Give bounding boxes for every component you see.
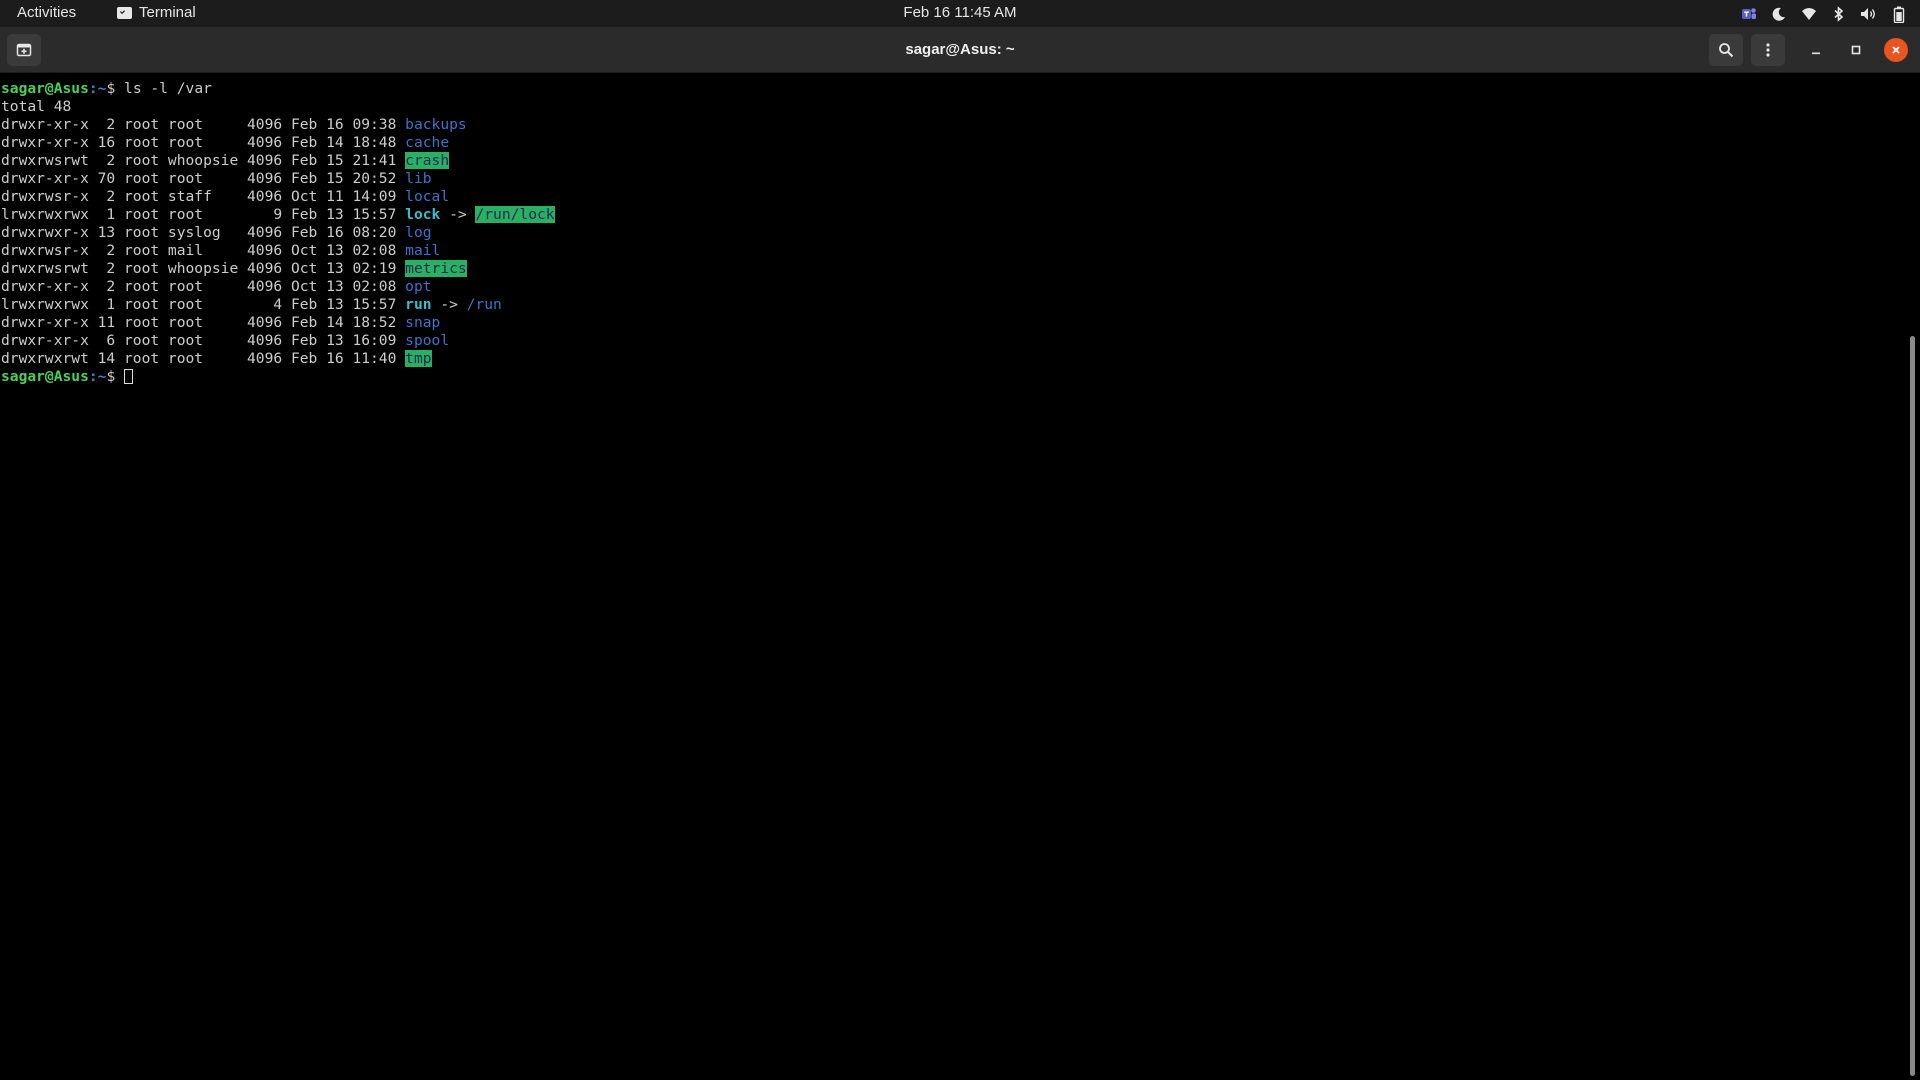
symlink-arrow: -> (431, 296, 467, 313)
window-title: sagar@Asus: ~ (905, 41, 1015, 58)
menu-icon (1766, 43, 1770, 57)
scrollbar-thumb[interactable] (1910, 336, 1915, 1076)
terminal-lines: sagar@Asus:~$ ls -l /var total 48 drwxr-… (0, 74, 1905, 386)
listing-row: drwxrwxr-x 13 root syslog 4096 Feb 16 08… (1, 224, 1905, 242)
total-line: total 48 (1, 98, 1905, 116)
text-cursor (124, 369, 134, 384)
prompt-symbol: $ (106, 368, 125, 385)
entry-meta: drwxrwsr-x 2 root staff 4096 Oct 11 14:0… (1, 188, 406, 205)
listing-row: drwxrwxrwt 14 root root 4096 Feb 16 11:4… (1, 350, 1905, 368)
terminal-output[interactable]: sagar@Asus:~$ ls -l /var total 48 drwxr-… (0, 74, 1905, 1080)
prompt-path: :~ (88, 80, 107, 97)
new-tab-button[interactable] (7, 34, 41, 66)
listing-row: drwxr-xr-x 11 root root 4096 Feb 14 18:5… (1, 314, 1905, 332)
symlink-target: /run (466, 296, 502, 313)
wifi-icon[interactable] (1800, 5, 1818, 23)
entry-name: log (405, 224, 432, 241)
app-menu-button[interactable]: Terminal (117, 4, 196, 21)
activities-button[interactable]: Activities (17, 4, 76, 21)
listing-row: drwxrwsr-x 2 root mail 4096 Oct 13 02:08… (1, 242, 1905, 260)
volume-icon[interactable] (1860, 5, 1878, 23)
entry-name: backups (405, 116, 467, 133)
entry-meta: drwxr-xr-x 70 root root 4096 Feb 15 20:5… (1, 170, 406, 187)
system-tray[interactable] (1740, 4, 1908, 24)
entry-meta: drwxr-xr-x 2 root root 4096 Feb 16 09:38 (1, 116, 406, 133)
listing-row: drwxrwsrwt 2 root whoopsie 4096 Feb 15 2… (1, 152, 1905, 170)
top-bar: Activities Terminal Feb 16 11:45 AM (0, 0, 1920, 27)
active-prompt-line[interactable]: sagar@Asus:~$ (1, 368, 1905, 386)
listing-row: drwxr-xr-x 6 root root 4096 Feb 13 16:09… (1, 332, 1905, 350)
prompt-user: sagar@Asus (1, 368, 89, 385)
entry-name: lock (405, 206, 441, 223)
entry-name: metrics (405, 260, 467, 277)
listing-row: drwxr-xr-x 2 root root 4096 Feb 16 09:38… (1, 116, 1905, 134)
maximize-icon (1851, 45, 1861, 55)
prompt-symbol: $ (106, 80, 125, 97)
symlink-arrow: -> (440, 206, 476, 223)
close-button[interactable] (1884, 38, 1908, 62)
entry-name: spool (405, 332, 450, 349)
maximize-button[interactable] (1840, 34, 1872, 66)
bluetooth-icon[interactable] (1830, 5, 1848, 23)
entry-meta: drwxr-xr-x 6 root root 4096 Feb 13 16:09 (1, 332, 406, 349)
listing-row: drwxr-xr-x 70 root root 4096 Feb 15 20:5… (1, 170, 1905, 188)
total-text: total 48 (1, 98, 72, 115)
entry-meta: lrwxrwxrwx 1 root root 4 Feb 13 15:57 (1, 296, 406, 313)
symlink-target: /run/lock (475, 206, 555, 223)
entry-meta: drwxr-xr-x 2 root root 4096 Oct 13 02:08 (1, 278, 406, 295)
listing-row: lrwxrwxrwx 1 root root 9 Feb 13 15:57 lo… (1, 206, 1905, 224)
app-menu-label: Terminal (139, 4, 196, 21)
entry-name: crash (405, 152, 450, 169)
battery-icon[interactable] (1890, 5, 1908, 23)
entry-name: local (405, 188, 450, 205)
entry-meta: drwxrwsrwt 2 root whoopsie 4096 Feb 15 2… (1, 152, 406, 169)
search-button[interactable] (1709, 34, 1743, 66)
clock-container: Feb 16 11:45 AM (0, 4, 1920, 21)
entry-name: opt (405, 278, 432, 295)
close-icon (1892, 46, 1900, 54)
search-icon (1719, 43, 1734, 58)
prompt-user: sagar@Asus (1, 80, 89, 97)
scrollbar-track[interactable] (1905, 74, 1920, 1080)
new-tab-icon (16, 43, 32, 57)
terminal-app-icon (117, 6, 132, 19)
minimize-icon (1812, 52, 1820, 55)
entry-meta: drwxrwxrwt 14 root root 4096 Feb 16 11:4… (1, 350, 406, 367)
listing-row: drwxr-xr-x 2 root root 4096 Oct 13 02:08… (1, 278, 1905, 296)
entry-name: snap (405, 314, 441, 331)
entry-name: run (405, 296, 432, 313)
main-menu-button[interactable] (1751, 34, 1785, 66)
command-line: sagar@Asus:~$ ls -l /var (1, 80, 1905, 98)
entry-meta: drwxrwsrwt 2 root whoopsie 4096 Oct 13 0… (1, 260, 406, 277)
listing-row: drwxr-xr-x 16 root root 4096 Feb 14 18:4… (1, 134, 1905, 152)
entry-name: cache (405, 134, 450, 151)
listing-row: drwxrwsrwt 2 root whoopsie 4096 Oct 13 0… (1, 260, 1905, 278)
entry-meta: drwxrwsr-x 2 root mail 4096 Oct 13 02:08 (1, 242, 406, 259)
entry-name: mail (405, 242, 441, 259)
listing-row: lrwxrwxrwx 1 root root 4 Feb 13 15:57 ru… (1, 296, 1905, 314)
listing-row: drwxrwsr-x 2 root staff 4096 Oct 11 14:0… (1, 188, 1905, 206)
night-light-icon[interactable] (1770, 5, 1788, 23)
entry-name: tmp (405, 350, 432, 367)
listing-entries: drwxr-xr-x 2 root root 4096 Feb 16 09:38… (1, 116, 1905, 368)
terminal-header-bar[interactable]: sagar@Asus: ~ (0, 27, 1920, 73)
entry-meta: drwxr-xr-x 16 root root 4096 Feb 14 18:4… (1, 134, 406, 151)
prompt-path: :~ (88, 368, 107, 385)
minimize-button[interactable] (1800, 34, 1832, 66)
entry-name: lib (405, 170, 432, 187)
entry-meta: drwxr-xr-x 11 root root 4096 Feb 14 18:5… (1, 314, 406, 331)
command-text: ls -l /var (124, 80, 212, 97)
entry-meta: drwxrwxr-x 13 root syslog 4096 Feb 16 08… (1, 224, 406, 241)
teams-icon[interactable] (1740, 5, 1758, 23)
entry-meta: lrwxrwxrwx 1 root root 9 Feb 13 15:57 (1, 206, 406, 223)
clock-button[interactable]: Feb 16 11:45 AM (903, 4, 1016, 21)
